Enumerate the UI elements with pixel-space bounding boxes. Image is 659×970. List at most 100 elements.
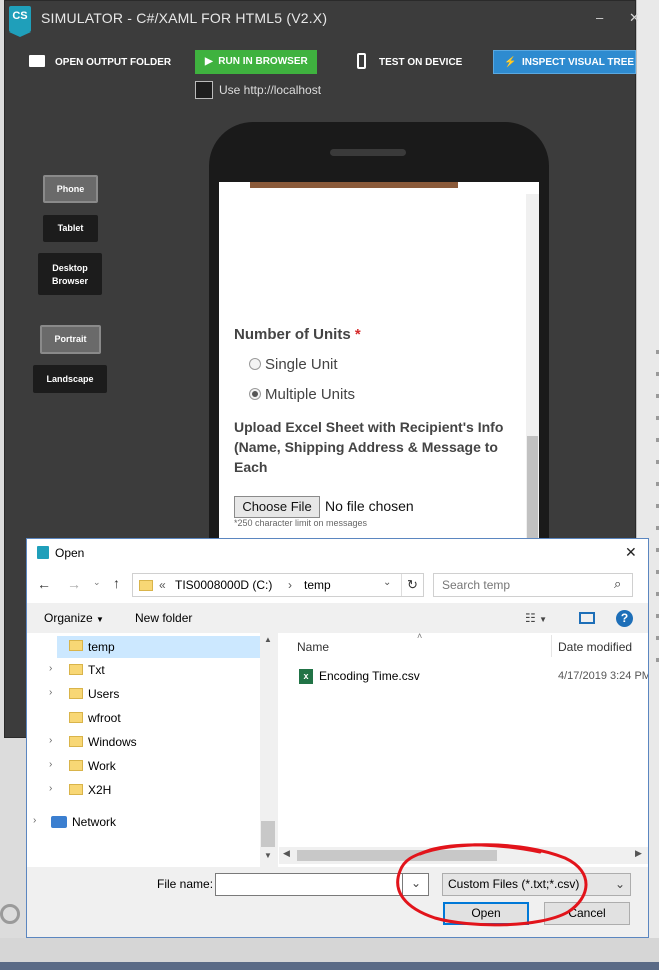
folder-icon	[69, 760, 83, 771]
phone-device-icon	[357, 53, 366, 69]
recent-locations-chevron-icon[interactable]: ⌄	[93, 577, 101, 588]
expand-chevron-icon[interactable]: ›	[49, 735, 52, 746]
back-arrow-icon[interactable]: ←	[37, 576, 51, 592]
magic-wand-icon: ⚡	[504, 57, 517, 68]
single-unit-radio[interactable]	[249, 358, 261, 370]
file-date-cell: 4/17/2019 3:24 PM	[558, 670, 648, 682]
inspect-visual-tree-button[interactable]: ⚡ INSPECT VISUAL TREE	[493, 50, 636, 74]
character-limit-note: *250 character limit on messages	[234, 518, 368, 528]
up-arrow-icon[interactable]: ↑	[113, 575, 120, 591]
folder-icon	[69, 640, 83, 651]
search-placeholder: Search temp	[442, 578, 511, 592]
expand-chevron-icon[interactable]: ›	[49, 759, 52, 770]
multiple-units-radio[interactable]	[249, 388, 261, 400]
folder-icon	[29, 55, 45, 67]
breadcrumb-separator: ›	[288, 578, 292, 592]
cshtml5-logo-icon: CS	[9, 6, 31, 37]
expand-chevron-icon[interactable]: ›	[49, 783, 52, 794]
breadcrumb-folder[interactable]: temp	[304, 578, 331, 592]
scroll-down-icon[interactable]: ▼	[264, 851, 272, 860]
use-localhost-label: Use http://localhost	[219, 83, 322, 97]
organize-button[interactable]: Organize ▼	[44, 611, 104, 625]
phone-speaker	[330, 149, 406, 156]
red-annotation-circle	[396, 843, 588, 927]
run-in-browser-button[interactable]: ▶ RUN IN BROWSER	[195, 50, 317, 74]
chevron-down-icon: ⌄	[615, 877, 626, 891]
nav-item-users[interactable]: Users	[88, 687, 119, 701]
landscape-button[interactable]: Landscape	[33, 365, 107, 393]
key-icon	[0, 904, 20, 924]
file-name-input[interactable]	[215, 873, 403, 896]
new-folder-button[interactable]: New folder	[135, 611, 192, 625]
column-divider[interactable]	[551, 635, 552, 657]
address-bar[interactable]: « TIS0008000D (C:) › temp ⌄ ↻	[132, 573, 424, 597]
navigation-pane	[27, 633, 275, 867]
folder-icon	[69, 784, 83, 795]
folder-icon	[69, 736, 83, 747]
nav-item-windows[interactable]: Windows	[88, 735, 137, 749]
file-name-label: File name:	[157, 877, 214, 891]
use-localhost-checkbox[interactable]	[195, 81, 213, 99]
pane-splitter[interactable]	[275, 633, 278, 867]
upload-heading: Upload Excel Sheet with Recipient's Info…	[234, 417, 526, 477]
desktop-browser-label-line2: Browser	[51, 276, 88, 286]
play-icon: ▶	[205, 56, 213, 67]
search-icon: ⌕	[614, 576, 622, 591]
excel-csv-icon: x	[299, 669, 313, 684]
file-name-cell: Encoding Time.csv	[319, 669, 420, 683]
network-icon	[51, 816, 67, 828]
required-asterisk: *	[354, 326, 361, 343]
minimize-button[interactable]: –	[596, 10, 603, 25]
run-in-browser-label: RUN IN BROWSER	[218, 56, 308, 67]
upload-heading-line3: Each	[234, 459, 268, 475]
tablet-button[interactable]: Tablet	[43, 215, 98, 242]
expand-chevron-icon[interactable]: ›	[49, 687, 52, 698]
nav-item-wfroot[interactable]: wfroot	[88, 711, 121, 725]
portrait-button[interactable]: Portrait	[40, 325, 101, 354]
open-output-folder-button[interactable]: OPEN OUTPUT FOLDER	[55, 57, 171, 68]
forward-arrow-icon[interactable]: →	[67, 576, 81, 592]
folder-icon	[69, 712, 83, 723]
upload-heading-line1: Upload Excel Sheet with Recipient's Info	[234, 419, 504, 435]
address-dropdown-icon[interactable]: ⌄	[383, 577, 391, 588]
folder-icon	[139, 580, 153, 591]
help-icon[interactable]: ?	[616, 610, 633, 627]
refresh-icon[interactable]: ↻	[407, 577, 418, 593]
nav-scrollbar-thumb[interactable]	[261, 821, 275, 847]
nav-item-network[interactable]: Network	[72, 815, 116, 829]
command-bar	[27, 603, 648, 633]
dialog-close-button[interactable]: ✕	[625, 544, 637, 561]
single-unit-label: Single Unit	[265, 356, 338, 373]
file-row[interactable]: x Encoding Time.csv 4/17/2019 3:24 PM	[297, 667, 659, 687]
search-box[interactable]: Search temp ⌕	[433, 573, 633, 597]
breadcrumb-overflow[interactable]: «	[159, 578, 166, 592]
nav-item-temp[interactable]: temp	[88, 640, 115, 654]
view-options-icon[interactable]: ☷ ▼	[525, 611, 547, 625]
organize-label: Organize	[44, 611, 93, 625]
nav-item-txt[interactable]: Txt	[88, 663, 105, 677]
breadcrumb-drive[interactable]: TIS0008000D (C:)	[175, 578, 272, 592]
choose-file-button[interactable]: Choose File	[234, 496, 320, 518]
desktop-browser-button[interactable]: Desktop Browser	[38, 253, 102, 295]
phone-scrollbar-thumb[interactable]	[527, 436, 538, 538]
column-header-date-modified[interactable]: Date modified	[558, 640, 632, 654]
test-on-device-button[interactable]: TEST ON DEVICE	[379, 57, 462, 68]
column-header-name[interactable]: Name	[297, 640, 329, 654]
sort-up-icon: ˄	[417, 631, 423, 641]
dialog-app-icon	[37, 546, 49, 559]
scroll-left-icon[interactable]: ◀	[283, 848, 290, 859]
simulator-title: SIMULATOR - C#/XAML FOR HTML5 (V2.X)	[41, 10, 328, 26]
scroll-right-icon[interactable]: ▶	[635, 848, 642, 859]
units-heading: Number of Units *	[234, 326, 361, 343]
scroll-up-icon[interactable]: ▲	[264, 635, 272, 644]
preview-pane-icon[interactable]	[579, 612, 595, 624]
nav-item-work[interactable]: Work	[88, 759, 116, 773]
dialog-titlebar	[27, 539, 648, 567]
nav-item-x2h[interactable]: X2H	[88, 783, 111, 797]
expand-chevron-icon[interactable]: ›	[33, 815, 36, 826]
phone-button[interactable]: Phone	[43, 175, 98, 203]
no-file-chosen-text: No file chosen	[325, 498, 414, 514]
units-label: Number of Units	[234, 326, 351, 343]
close-button[interactable]: ✕	[629, 10, 640, 26]
expand-chevron-icon[interactable]: ›	[49, 663, 52, 674]
